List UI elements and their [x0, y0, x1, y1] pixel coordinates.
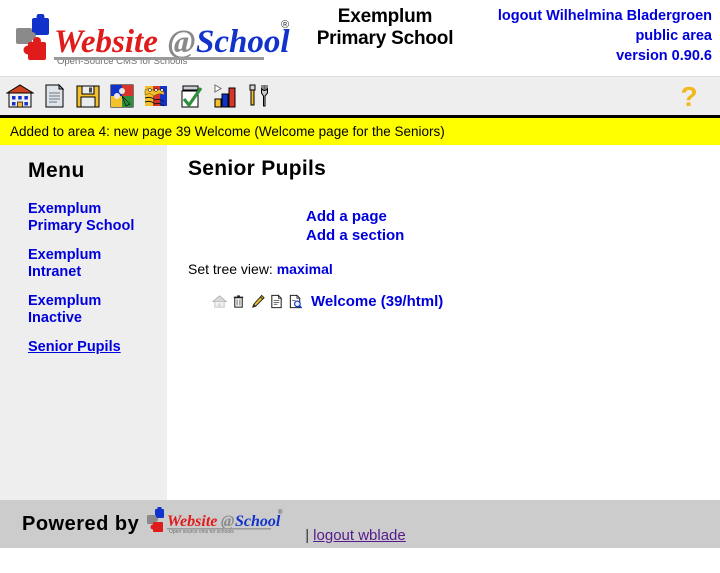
home-icon[interactable]	[6, 82, 34, 110]
users-group-icon[interactable]	[142, 82, 170, 110]
tree-view-value-link[interactable]: maximal	[277, 261, 333, 277]
statistics-chart-icon[interactable]	[210, 82, 238, 110]
tools-wrench-icon[interactable]	[244, 82, 272, 110]
main-toolbar: ?	[0, 76, 720, 118]
pencil-edit-icon[interactable]	[250, 294, 265, 309]
registered-mark: ®	[281, 19, 289, 31]
school-name-line2: Primary School	[316, 28, 454, 49]
school-name-line1: Exemplum	[337, 6, 433, 27]
svg-text:@: @	[221, 513, 234, 530]
header-account-info: logout Wilhelmina Bladergroen public are…	[470, 0, 720, 66]
sidebar-item-exemplum-primary-school[interactable]: Exemplum Primary School	[28, 201, 150, 235]
sidebar-item-senior-pupils[interactable]: Senior Pupils	[28, 339, 150, 356]
svg-text:®: ®	[278, 509, 283, 516]
tree-item-link[interactable]: Welcome (39/html)	[311, 293, 443, 310]
svg-text:School: School	[235, 513, 281, 530]
tasks-checklist-icon[interactable]	[176, 82, 204, 110]
home-grey-icon	[212, 295, 227, 308]
add-section-link[interactable]: Add a section	[306, 226, 720, 245]
table-row: Welcome (39/html)	[188, 293, 720, 310]
add-links-group: Add a page Add a section	[188, 207, 720, 245]
svg-text:@: @	[168, 24, 195, 60]
logout-link-footer[interactable]: logout wblade	[313, 527, 406, 548]
footer-separator: |	[305, 527, 310, 544]
page-title: Senior Pupils	[188, 157, 327, 180]
status-message-bar: Added to area 4: new page 39 Welcome (We…	[0, 118, 720, 145]
toolbar-icon-group	[6, 82, 272, 110]
help-glyph: ?	[680, 81, 697, 111]
powered-by-label: Powered by	[22, 512, 140, 535]
page-icon[interactable]	[40, 82, 68, 110]
modules-puzzle-icon[interactable]	[108, 82, 136, 110]
trash-delete-icon[interactable]	[231, 294, 246, 309]
tree-view-label: Set tree view:	[188, 261, 273, 277]
preview-magnifier-icon[interactable]	[288, 294, 303, 309]
svg-text:School: School	[196, 24, 290, 60]
document-properties-icon[interactable]	[269, 294, 284, 309]
version-label: version 0.90.6	[616, 48, 712, 64]
help-question-icon[interactable]: ?	[676, 81, 702, 111]
footer-logo[interactable]: Website @ School ® Open source cms for s…	[145, 507, 295, 541]
school-name: Exemplum Primary School	[300, 0, 470, 50]
area-label: public area	[635, 28, 712, 44]
sidebar-item-exemplum-inactive[interactable]: Exemplum Inactive	[28, 293, 150, 327]
svg-text:Website: Website	[167, 513, 217, 530]
svg-text:Website: Website	[54, 24, 158, 60]
logout-link-top[interactable]: logout Wilhelmina Bladergroen	[470, 6, 712, 26]
sidebar-title: Menu	[28, 159, 85, 182]
page-header: Website @ School ® Open-Source CMS for S…	[0, 0, 720, 76]
website-at-school-logo: Website @ School ® Open-Source CMS for S…	[16, 14, 290, 67]
footer-logo-tagline: Open source cms for schools	[169, 529, 234, 535]
brand-logo[interactable]: Website @ School ® Open-Source CMS for S…	[0, 0, 300, 70]
page-body: Menu Exemplum Primary School Exemplum In…	[0, 145, 720, 500]
save-floppy-icon[interactable]	[74, 82, 102, 110]
main-content: Senior Pupils Add a page Add a section S…	[168, 145, 720, 500]
sidebar: Menu Exemplum Primary School Exemplum In…	[0, 145, 168, 500]
sidebar-menu-list: Exemplum Primary School Exemplum Intrane…	[0, 201, 167, 356]
page-footer: Powered by Website @ School ® Open sourc…	[0, 500, 720, 548]
add-page-link[interactable]: Add a page	[306, 207, 720, 226]
sidebar-item-exemplum-intranet[interactable]: Exemplum Intranet	[28, 247, 150, 281]
tree-view-setting: Set tree view: maximal	[188, 261, 720, 277]
